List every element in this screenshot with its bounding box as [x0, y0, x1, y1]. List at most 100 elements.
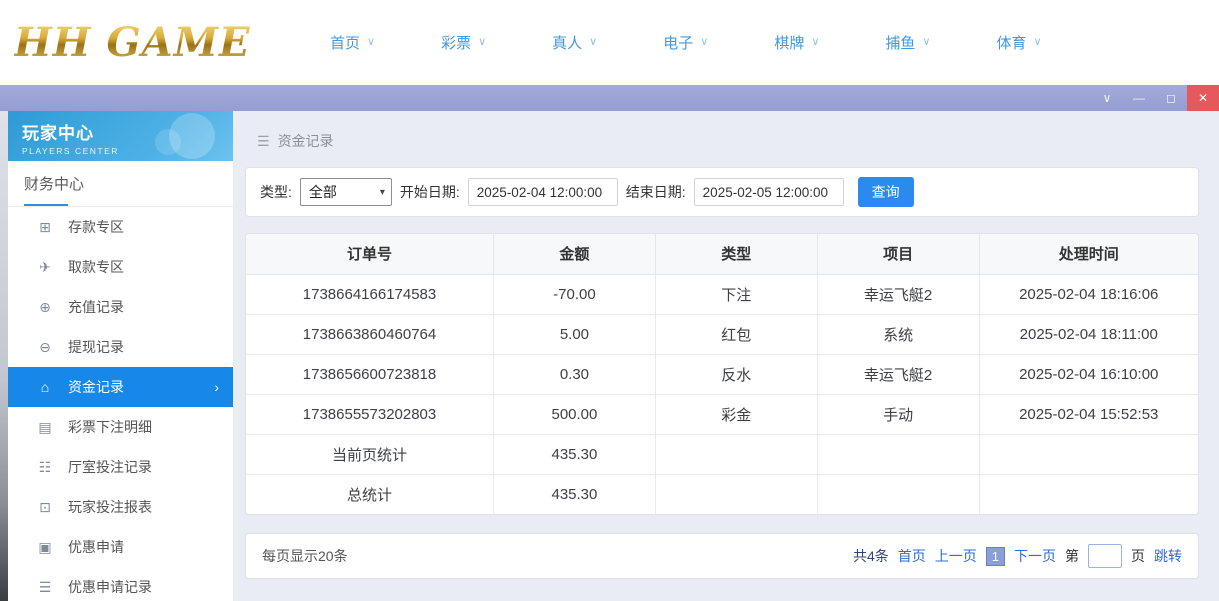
sidebar-item-label: 存款专区 [68, 217, 124, 237]
sidebar-item-player-bet-report[interactable]: ⊡ 玩家投注报表 [8, 487, 233, 527]
cell-type: 彩金 [655, 394, 817, 434]
cell-order-no: 1738655573202803 [246, 394, 494, 434]
first-page-link[interactable]: 首页 [898, 546, 926, 566]
sidebar-item-hall-bet-records[interactable]: ☷ 厅室投注记录 [8, 447, 233, 487]
sidebar-item-funds-records[interactable]: ⌂ 资金记录 › [8, 367, 233, 407]
finance-section-header: 财务中心 [8, 161, 233, 207]
funds-records-table: 订单号 金额 类型 项目 处理时间 1738664166174583 -70.0… [246, 234, 1198, 514]
sidebar-item-withdrawal-records[interactable]: ⊖ 提现记录 [8, 327, 233, 367]
cell-project: 幸运飞艇2 [817, 354, 979, 394]
sidebar-item-promo-apply-records[interactable]: ☰ 优惠申请记录 [8, 567, 233, 601]
jump-page-input[interactable] [1088, 544, 1122, 568]
sidebar-item-label: 玩家投注报表 [68, 497, 152, 517]
app-window: HH GAME 首页 ∨ 彩票 ∨ 真人 ∨ 电子 ∨ 棋牌 ∨ [0, 0, 1219, 601]
hall-bet-icon: ☷ [36, 459, 54, 476]
cell-summary-amount: 435.30 [494, 474, 656, 514]
players-center-header: 玩家中心 PLAYERS CENTER [8, 111, 233, 161]
sidebar-item-deposit-zone[interactable]: ⊞ 存款专区 [8, 207, 233, 247]
start-date-input[interactable] [468, 178, 618, 206]
next-page-link[interactable]: 下一页 [1014, 546, 1056, 566]
cell-empty [979, 434, 1198, 474]
nav-item-chess[interactable]: 棋牌 ∨ [774, 32, 819, 53]
cell-time: 2025-02-04 16:10:00 [979, 354, 1198, 394]
cell-summary-amount: 435.30 [494, 434, 656, 474]
cell-type: 红包 [655, 314, 817, 354]
type-select-value: 全部 [309, 182, 337, 202]
breadcrumb: ☰ 资金记录 [245, 111, 1199, 167]
cell-order-no: 1738663860460764 [246, 314, 494, 354]
sidebar-item-label: 优惠申请 [68, 537, 124, 557]
col-processed-time: 处理时间 [979, 234, 1198, 274]
sidebar-item-label: 充值记录 [68, 297, 124, 317]
query-button[interactable]: 查询 [858, 177, 914, 207]
cell-empty [655, 474, 817, 514]
table-header-row: 订单号 金额 类型 项目 处理时间 [246, 234, 1198, 274]
withdraw-icon: ✈ [36, 259, 54, 276]
nav-item-sports[interactable]: 体育 ∨ [996, 32, 1041, 53]
type-label: 类型: [260, 182, 292, 202]
chevron-down-icon: ∨ [700, 37, 708, 48]
cell-summary-label: 总统计 [246, 474, 494, 514]
window-titlebar: ∨ — ◻ ✕ [0, 85, 1219, 111]
end-date-label: 结束日期: [626, 182, 686, 202]
cell-order-no: 1738664166174583 [246, 274, 494, 314]
pager: 共4条 首页 上一页 1 下一页 第 页 跳转 [853, 544, 1182, 568]
sidebar-item-recharge-records[interactable]: ⊕ 充值记录 [8, 287, 233, 327]
chevron-down-icon: ∨ [589, 37, 597, 48]
type-select[interactable]: 全部 ▾ [300, 178, 392, 206]
nav-item-live[interactable]: 真人 ∨ [552, 32, 597, 53]
window-minimize-icon[interactable]: — [1123, 85, 1155, 111]
lottery-detail-icon: ▤ [36, 419, 54, 436]
jump-button[interactable]: 跳转 [1154, 546, 1182, 566]
table-row: 1738663860460764 5.00 红包 系统 2025-02-04 1… [246, 314, 1198, 354]
nav-label: 体育 [996, 32, 1026, 53]
prev-page-link[interactable]: 上一页 [935, 546, 977, 566]
col-amount: 金额 [494, 234, 656, 274]
pagination-bar: 每页显示20条 共4条 首页 上一页 1 下一页 第 页 跳转 [245, 533, 1199, 579]
cell-time: 2025-02-04 15:52:53 [979, 394, 1198, 434]
sidebar-item-label: 优惠申请记录 [68, 577, 152, 597]
end-date-input[interactable] [694, 178, 844, 206]
chevron-down-icon: ∨ [367, 37, 375, 48]
current-page-indicator[interactable]: 1 [986, 547, 1005, 566]
deposit-icon: ⊞ [36, 219, 54, 236]
sidebar-item-label: 提现记录 [68, 337, 124, 357]
sidebar-item-label: 资金记录 [68, 377, 124, 397]
window-maximize-icon[interactable]: ◻ [1155, 85, 1187, 111]
chevron-down-icon: ∨ [1033, 37, 1041, 48]
nav-item-slots[interactable]: 电子 ∨ [663, 32, 708, 53]
cell-empty [817, 474, 979, 514]
cell-project: 幸运飞艇2 [817, 274, 979, 314]
finance-section-label: 财务中心 [24, 176, 84, 193]
main-content: ☰ 资金记录 类型: 全部 ▾ 开始日期: 结束日期: 查询 订单号 金额 类型 [245, 111, 1199, 601]
brand-logo-text: HH GAME [14, 19, 250, 66]
cell-project: 手动 [817, 394, 979, 434]
nav-label: 捕鱼 [885, 32, 915, 53]
nav-label: 棋牌 [774, 32, 804, 53]
chevron-right-icon: › [214, 379, 219, 395]
promo-icon: ▣ [36, 539, 54, 556]
cell-project: 系统 [817, 314, 979, 354]
nav-item-lottery[interactable]: 彩票 ∨ [441, 32, 486, 53]
cell-type: 反水 [655, 354, 817, 394]
filter-bar: 类型: 全部 ▾ 开始日期: 结束日期: 查询 [245, 167, 1199, 217]
nav-label: 真人 [552, 32, 582, 53]
cell-empty [817, 434, 979, 474]
desktop-edge [0, 111, 8, 601]
window-dropdown-icon[interactable]: ∨ [1091, 85, 1123, 111]
nav-label: 电子 [663, 32, 693, 53]
chevron-down-icon: ∨ [478, 37, 486, 48]
sidebar-item-lottery-bet-details[interactable]: ▤ 彩票下注明细 [8, 407, 233, 447]
sidebar-item-promo-apply[interactable]: ▣ 优惠申请 [8, 527, 233, 567]
gamepad-decoration [155, 129, 181, 155]
brand-logo: HH GAME [0, 19, 300, 66]
main-nav: 首页 ∨ 彩票 ∨ 真人 ∨ 电子 ∨ 棋牌 ∨ 捕鱼 ∨ [330, 32, 1042, 53]
cell-summary-label: 当前页统计 [246, 434, 494, 474]
window-close-icon[interactable]: ✕ [1187, 85, 1219, 111]
sidebar-menu: ⊞ 存款专区 ✈ 取款专区 ⊕ 充值记录 ⊖ 提现记录 ⌂ 资金记录 › ▤ [8, 207, 233, 601]
total-count-label: 共4条 [853, 546, 889, 566]
sidebar-item-withdraw-zone[interactable]: ✈ 取款专区 [8, 247, 233, 287]
nav-item-fishing[interactable]: 捕鱼 ∨ [885, 32, 930, 53]
page-suffix-label: 页 [1131, 546, 1145, 566]
nav-item-home[interactable]: 首页 ∨ [330, 32, 375, 53]
